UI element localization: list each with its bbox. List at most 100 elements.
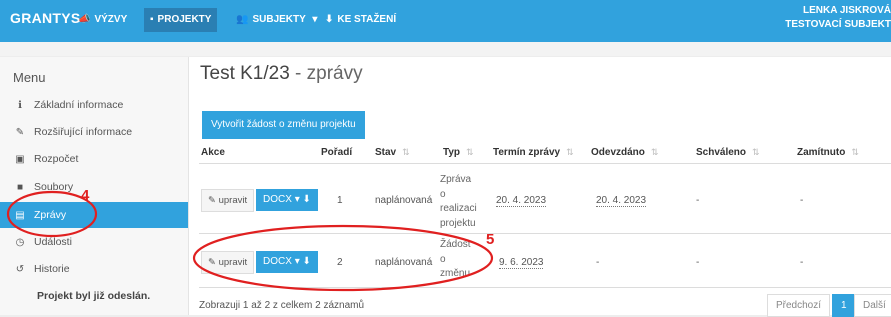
annotation-label-5: 5 — [486, 231, 495, 248]
row-state: naplánovaná — [375, 195, 433, 206]
nav-ke-stazeni-label: KE STAŽENÍ — [337, 14, 397, 25]
folder-icon: ■ — [16, 182, 24, 193]
sort-icon: ⇅ — [752, 147, 760, 157]
document-icon: ▪ — [150, 14, 154, 25]
sidebar-item-historie[interactable]: ↺ Historie — [0, 256, 188, 282]
page-title-suffix: - zprávy — [289, 63, 363, 84]
column-header-akce[interactable]: Akce — [201, 147, 225, 158]
row-due-date: 20. 4. 2023 — [496, 195, 547, 207]
chevron-down-icon: ▾ — [312, 14, 318, 25]
sidebar-item-zpravy[interactable]: ▤ Zprávy — [0, 202, 188, 228]
row-due-date: 9. 6. 2023 — [499, 257, 544, 269]
page-title-project: Test K1/23 — [200, 63, 290, 84]
sort-icon: ⇅ — [650, 147, 659, 157]
user-menu[interactable]: LENKA JISKROVÁ TESTOVACÍ SUBJEKT — [785, 4, 891, 32]
docx-button-label: DOCX — [263, 256, 292, 267]
docx-download-button[interactable]: DOCX ▾ ⬇ — [256, 251, 318, 273]
project-status-note: Projekt byl již odeslán. — [37, 290, 151, 302]
nav-subjekty[interactable]: 👥 SUBJEKTY ▾ — [236, 8, 317, 32]
sort-icon: ⇅ — [402, 147, 410, 157]
nav-vyzvy[interactable]: 📣 VÝZVY — [78, 8, 127, 32]
sidebar-item-label: Základní informace — [34, 99, 124, 111]
megaphone-icon: 📣 — [78, 14, 91, 25]
row-approved: - — [696, 195, 700, 206]
download-icon: ⬇ — [302, 194, 311, 205]
column-header-label: Typ — [443, 147, 461, 158]
main-panel: Test K1/23 - zprávy Vytvořit žádost o zm… — [189, 57, 891, 317]
sidebar-item-rozsirujici-informace[interactable]: ✎ Rozšiřující informace — [0, 119, 188, 145]
column-header-termin[interactable]: Termín zprávy ⇅ — [493, 147, 574, 158]
sidebar-item-rozpocet[interactable]: ▣ Rozpočet — [0, 146, 188, 172]
row-type-line: Zpráva — [440, 174, 472, 185]
column-header-zamitnuto[interactable]: Zamítnuto ⇅ — [797, 147, 859, 158]
budget-icon: ▣ — [15, 154, 25, 165]
info-icon: ℹ — [18, 100, 22, 111]
annotation-label-4: 4 — [81, 187, 90, 204]
create-change-request-button[interactable]: Vytvořit žádost o změnu projektu — [202, 111, 365, 139]
column-header-schvaleno[interactable]: Schváleno ⇅ — [696, 147, 760, 158]
edit-icon: ✎ — [15, 127, 25, 138]
user-name: LENKA JISKROVÁ — [803, 5, 891, 16]
history-icon: ↺ — [15, 264, 25, 275]
column-header-label: Odevzdáno — [591, 147, 645, 158]
sidebar-item-label: Soubory — [34, 181, 74, 193]
row-type-line: o — [440, 188, 446, 200]
group-icon: 👥 — [236, 14, 249, 25]
pencil-icon: ✎ — [208, 195, 219, 206]
row-submitted-date: - — [596, 257, 600, 268]
sidebar-title: Menu — [13, 70, 46, 85]
user-org: TESTOVACÍ SUBJEKT — [785, 19, 891, 30]
column-header-label: Termín zprávy — [493, 147, 561, 158]
page-title: Test K1/23 - zprávy — [200, 63, 363, 85]
row-rejected: - — [800, 195, 804, 206]
column-header-odevzdano[interactable]: Odevzdáno ⇅ — [591, 147, 658, 158]
sidebar: Menu ℹ Základní informace ✎ Rozšiřující in… — [0, 57, 189, 315]
nav-ke-stazeni[interactable]: ⬇ KE STAŽENÍ — [325, 8, 396, 32]
table-row-divider — [199, 233, 891, 234]
row-type-line: realizaci — [440, 203, 477, 214]
pagination-previous[interactable]: Předchozí — [767, 294, 831, 317]
top-spacer — [0, 42, 891, 56]
row-order: 2 — [337, 257, 343, 268]
sidebar-item-zakladni-informace[interactable]: ℹ Základní informace — [0, 92, 188, 118]
row-type-line: změnu — [440, 268, 471, 279]
nav-projekty[interactable]: ▪ PROJEKTY — [144, 8, 218, 32]
pagination-next[interactable]: Další — [854, 294, 891, 317]
row-type-line: o — [440, 253, 446, 265]
sidebar-item-soubory[interactable]: ■ Soubory — [0, 174, 188, 200]
sort-icon: ⇅ — [566, 147, 574, 157]
column-header-label: Stav — [375, 147, 397, 158]
column-header-stav[interactable]: Stav ⇅ — [375, 147, 410, 158]
column-header-label: Pořadí — [321, 147, 353, 158]
nav-projekty-label: PROJEKTY — [157, 14, 212, 25]
chevron-down-icon: ▾ — [294, 256, 300, 267]
table-info: Zobrazuji 1 až 2 z celkem 2 záznamů — [199, 300, 365, 311]
edit-button[interactable]: ✎ upravit — [201, 251, 255, 274]
column-header-label: Zamítnuto — [797, 147, 846, 158]
pagination-page-1[interactable]: 1 — [832, 294, 856, 317]
sidebar-item-label: Historie — [34, 263, 70, 275]
edit-button[interactable]: ✎ upravit — [201, 189, 255, 212]
nav-vyzvy-label: VÝZVY — [94, 14, 128, 25]
row-type-line: Žádost — [440, 239, 471, 250]
row-state: naplánovaná — [375, 257, 433, 268]
column-header-poradi[interactable]: Pořadí — [321, 147, 352, 158]
sort-icon: ⇅ — [466, 147, 474, 157]
column-header-typ[interactable]: Typ ⇅ — [443, 147, 474, 158]
sidebar-item-udalosti[interactable]: ◷ Události — [0, 229, 188, 255]
docx-button-label: DOCX — [263, 194, 292, 205]
column-header-label: Akce — [201, 147, 225, 158]
sidebar-item-label: Rozpočet — [34, 153, 79, 165]
docx-download-button[interactable]: DOCX ▾ ⬇ — [256, 189, 318, 211]
column-header-label: Schváleno — [696, 147, 747, 158]
row-submitted-date: 20. 4. 2023 — [596, 195, 647, 207]
row-order: 1 — [337, 195, 343, 206]
download-icon: ⬇ — [302, 256, 311, 267]
row-approved: - — [696, 257, 700, 268]
download-icon: ⬇ — [325, 14, 334, 25]
brand-logo[interactable]: GRANTYS — [10, 10, 81, 26]
row-rejected: - — [800, 257, 804, 268]
edit-button-label: upravit — [218, 195, 248, 206]
row-type: Zpráva o realizaci projektu — [440, 173, 477, 231]
sidebar-item-label: Události — [34, 236, 72, 248]
